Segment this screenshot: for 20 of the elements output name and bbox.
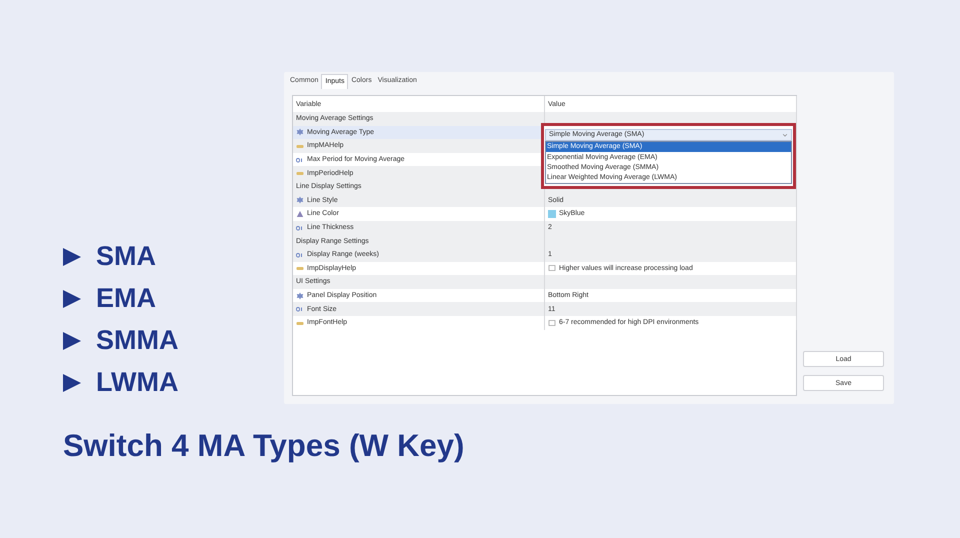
chevron-down-icon — [782, 132, 788, 138]
gear-icon — [296, 292, 304, 300]
number-icon — [296, 250, 304, 259]
triangle-bullet-icon — [62, 246, 82, 266]
bullet-label: LWMA — [96, 369, 178, 396]
bullet-label: SMMA — [96, 327, 178, 354]
slide-caption: Switch 4 MA Types (W Key) — [63, 428, 464, 463]
triangle-bullet-icon — [62, 372, 82, 392]
color-icon — [296, 210, 304, 218]
number-icon — [296, 224, 304, 232]
number-icon — [296, 305, 304, 314]
triangle-bullet-icon — [62, 330, 82, 350]
text-icon — [296, 264, 304, 272]
bullet-label: EMA — [96, 285, 156, 312]
number-icon — [296, 156, 304, 164]
gear-icon — [296, 196, 304, 204]
text-icon — [296, 169, 304, 178]
gear-icon — [296, 128, 304, 136]
triangle-bullet-icon — [62, 288, 82, 308]
bullet-label: SMA — [96, 243, 156, 270]
